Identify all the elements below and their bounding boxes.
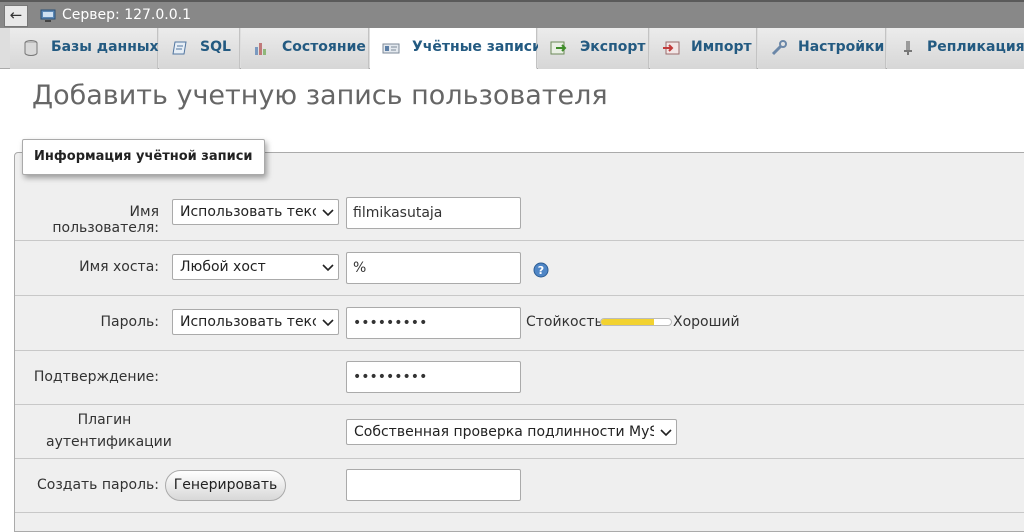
tab-sql[interactable]: SQL xyxy=(159,28,240,69)
auth-plugin-label-line2: аутентификации xyxy=(46,434,172,450)
export-icon xyxy=(550,41,567,55)
row-separator xyxy=(15,350,1024,351)
username-type-select[interactable]: Использовать текстовое поле xyxy=(172,199,339,225)
hostname-type-select[interactable]: Любой хост xyxy=(172,254,339,280)
select-value: Любой хост xyxy=(180,259,266,275)
row-separator xyxy=(15,295,1024,296)
generate-password-button[interactable]: Генерировать xyxy=(165,470,286,501)
tab-replication[interactable]: Репликация xyxy=(887,28,1024,69)
tab-settings[interactable]: Настройки xyxy=(758,28,886,69)
settings-icon xyxy=(771,40,787,56)
import-icon xyxy=(663,41,680,55)
svg-text:?: ? xyxy=(538,264,544,277)
database-icon xyxy=(24,40,38,56)
tab-label: Настройки xyxy=(798,39,885,55)
select-value: Использовать текстовое поле xyxy=(180,314,316,330)
tab-databases[interactable]: Базы данных xyxy=(10,28,159,69)
tab-label: SQL xyxy=(200,39,231,55)
tab-import[interactable]: Импорт xyxy=(650,28,757,69)
users-icon xyxy=(382,43,400,54)
strength-label: Стойкость: xyxy=(526,314,608,330)
chevron-down-icon xyxy=(660,429,672,437)
generate-password-label: Создать пароль: xyxy=(36,477,159,493)
auth-plugin-label-line1: Плагин xyxy=(77,412,132,428)
tab-label: Репликация xyxy=(927,39,1024,55)
chevron-down-icon xyxy=(322,319,334,327)
main-tabs: Базы данных SQL Состояние Учётные записи xyxy=(0,28,1024,69)
tab-label: Экспорт xyxy=(580,39,646,55)
tab-user-accounts[interactable]: Учётные записи xyxy=(370,28,542,69)
password-label: Пароль: xyxy=(100,314,159,330)
confirm-label: Подтверждение: xyxy=(33,369,159,385)
server-icon xyxy=(40,9,56,22)
replication-icon xyxy=(904,41,912,55)
generated-password-field[interactable] xyxy=(346,469,521,501)
status-icon xyxy=(255,43,266,55)
row-separator xyxy=(15,240,1024,241)
page-title: Добавить учетную запись пользователя xyxy=(32,80,608,111)
tab-label: Состояние xyxy=(282,39,366,55)
chevron-down-icon xyxy=(322,264,334,272)
select-value: Использовать текстовое поле xyxy=(180,204,316,220)
tab-label: Базы данных xyxy=(51,39,159,55)
tab-status[interactable]: Состояние xyxy=(241,28,369,69)
strength-meter-fill xyxy=(601,319,654,325)
auth-plugin-select[interactable]: Собственная проверка подлинности MySQL xyxy=(346,419,677,445)
password-type-select[interactable]: Использовать текстовое поле xyxy=(172,309,339,335)
hostname-field[interactable]: % xyxy=(346,252,521,284)
back-button[interactable]: ← xyxy=(4,5,28,27)
chevron-down-icon xyxy=(322,209,334,217)
password-strength-meter xyxy=(600,318,672,326)
server-bar: ← Сервер: 127.0.0.1 xyxy=(0,0,1024,28)
username-field[interactable]: filmikasutaja xyxy=(346,197,521,229)
help-icon[interactable]: ? xyxy=(533,262,549,278)
row-separator xyxy=(15,458,1024,459)
sql-icon xyxy=(172,41,187,55)
confirm-password-field[interactable]: ••••••••• xyxy=(346,361,521,393)
tab-label: Учётные записи xyxy=(412,39,542,55)
row-separator xyxy=(15,404,1024,405)
username-label: Имя пользователя: xyxy=(52,204,159,236)
hostname-label: Имя хоста: xyxy=(79,259,159,275)
password-field[interactable]: ••••••••• xyxy=(346,307,521,339)
select-value: Собственная проверка подлинности MySQL xyxy=(354,424,654,440)
strength-value: Хороший xyxy=(673,314,740,330)
tab-export[interactable]: Экспорт xyxy=(538,28,649,69)
fieldset-legend: Информация учётной записи xyxy=(22,139,265,175)
tab-label: Импорт xyxy=(691,39,752,55)
server-label[interactable]: Сервер: 127.0.0.1 xyxy=(62,7,191,23)
row-separator xyxy=(15,512,1024,513)
